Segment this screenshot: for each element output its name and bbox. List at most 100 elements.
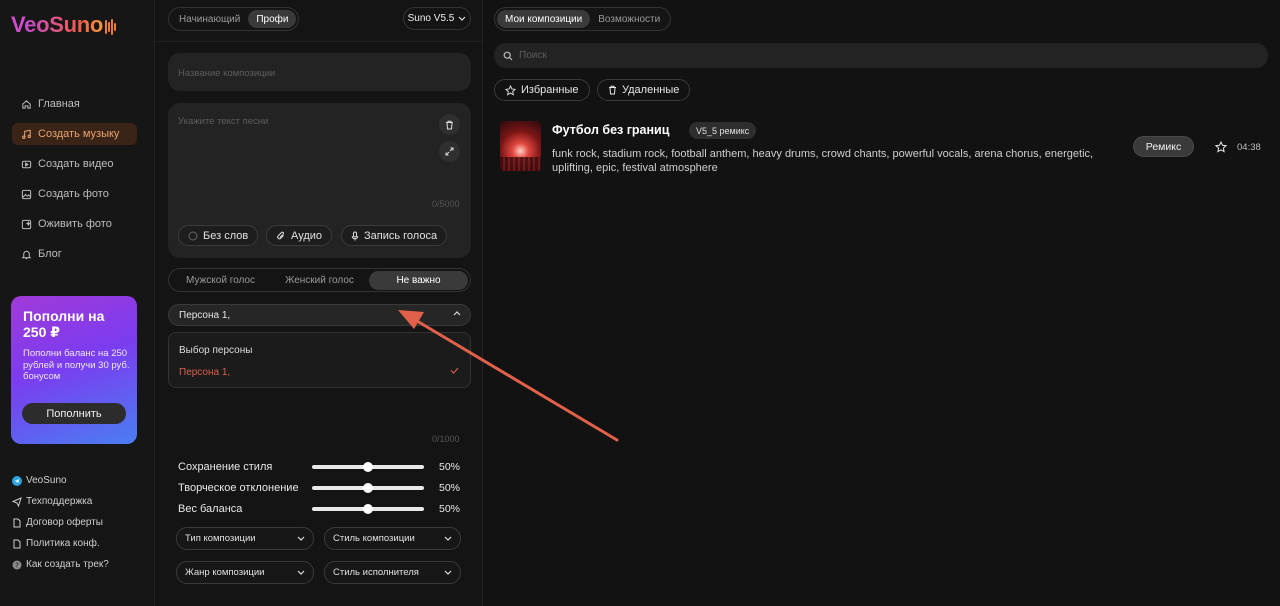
tab-any-voice[interactable]: Не важно	[369, 270, 468, 290]
persona-select[interactable]: Персона 1,	[168, 304, 471, 326]
persona-option[interactable]: Персона 1,	[179, 367, 230, 378]
home-icon	[22, 99, 31, 109]
check-icon	[450, 367, 459, 374]
footer-link-telegram[interactable]: VeoSuno	[12, 470, 152, 491]
search-placeholder: Поиск	[519, 50, 547, 61]
audio-button[interactable]: Аудио	[266, 225, 333, 246]
track-row[interactable]: Футбол без границ V5_5 ремикс funk rock,…	[494, 115, 1268, 179]
music-note-icon	[22, 129, 31, 139]
footer-link-offer[interactable]: Договор оферты	[12, 512, 152, 533]
promo-banner: Пополни на 250 ₽ Пополни баланс на 250 ру…	[11, 296, 137, 444]
lyrics-placeholder: Укажите текст песни	[178, 116, 269, 127]
tab-female-voice[interactable]: Женский голос	[270, 271, 369, 290]
genre-select[interactable]: Жанр композиции	[176, 561, 314, 584]
sidebar-item-create-photo[interactable]: Создать фото	[12, 183, 137, 205]
mode-tabs: Начинающий Профи	[168, 7, 300, 31]
tab-pro[interactable]: Профи	[248, 10, 297, 28]
clear-lyrics-button[interactable]	[439, 114, 460, 135]
tab-beginner[interactable]: Начинающий	[171, 10, 248, 28]
deleted-filter-button[interactable]: Удаленные	[597, 79, 691, 101]
sidebar: VeoSuno Главная Создать музыку Создать в…	[0, 0, 155, 606]
expand-icon	[445, 147, 454, 156]
sidebar-item-animate-photo[interactable]: Оживить фото	[12, 213, 137, 235]
slider-balance-weight: Вес баланса 50%	[178, 503, 461, 515]
library-tabs: Мои композиции Возможности	[494, 7, 672, 31]
chevron-down-icon	[297, 570, 305, 575]
sidebar-item-create-video[interactable]: Создать видео	[12, 153, 137, 175]
promo-text: Пополни баланс на 250 рублей и получи 30…	[23, 348, 130, 382]
document-icon	[12, 518, 22, 528]
slider-track[interactable]	[312, 462, 424, 472]
model-select[interactable]: Suno V5.5	[403, 7, 471, 30]
document-icon	[12, 539, 22, 549]
title-placeholder: Название композиции	[178, 68, 276, 79]
chevron-down-icon	[444, 570, 452, 575]
favorite-star-icon[interactable]	[1215, 141, 1227, 153]
sidebar-item-label: Создать музыку	[38, 128, 120, 140]
search-icon	[503, 51, 513, 60]
animate-photo-icon	[21, 219, 32, 229]
lyrics-field[interactable]: Укажите текст песни 0/5000 Без слов Ауди…	[168, 103, 471, 258]
footer-link-support[interactable]: Техподдержка	[12, 491, 152, 512]
slider-style-preservation: Сохранение стиля 50%	[178, 461, 461, 473]
track-title: Футбол без границ	[552, 123, 670, 137]
instrumental-button[interactable]: Без слов	[178, 225, 259, 246]
track-description: funk rock, stadium rock, football anthem…	[552, 148, 1094, 174]
chevron-down-icon	[458, 16, 466, 21]
footer-links: VeoSuno Техподдержка Договор оферты Поли…	[12, 470, 152, 575]
star-icon	[505, 84, 516, 96]
persona-dropdown: Выбор персоны Персона 1,	[168, 332, 471, 388]
slider-knob[interactable]	[363, 462, 373, 472]
slider-knob[interactable]	[363, 483, 373, 493]
footer-link-howto[interactable]: ? Как создать трек?	[12, 554, 152, 575]
version-badge: V5_5 ремикс	[689, 122, 757, 139]
favorites-filter-button[interactable]: Избранные	[494, 79, 590, 101]
style-counter: 0/1000	[432, 434, 460, 444]
expand-lyrics-button[interactable]	[439, 141, 460, 162]
telegram-icon	[12, 475, 22, 486]
record-voice-button[interactable]: Запись голоса	[341, 225, 448, 246]
logo[interactable]: VeoSuno	[11, 12, 117, 39]
chevron-up-icon	[453, 311, 461, 316]
sidebar-nav: Главная Создать музыку Создать видео Соз…	[12, 93, 137, 273]
composition-style-select[interactable]: Стиль композиции	[324, 527, 461, 550]
footer-link-privacy[interactable]: Политика конф.	[12, 533, 152, 554]
sidebar-item-label: Оживить фото	[38, 218, 112, 230]
slider-knob[interactable]	[363, 504, 373, 514]
divider	[156, 41, 483, 42]
sidebar-item-label: Создать фото	[38, 188, 109, 200]
tab-male-voice[interactable]: Мужской голос	[171, 271, 270, 290]
microphone-icon	[351, 231, 359, 240]
chevron-down-icon	[444, 536, 452, 541]
title-field[interactable]: Название композиции	[168, 53, 471, 91]
dropdown-header: Выбор персоны	[179, 345, 253, 356]
slider-track[interactable]	[312, 504, 424, 514]
trash-icon	[609, 85, 616, 95]
sidebar-item-label: Создать видео	[38, 158, 114, 170]
search-input[interactable]: Поиск	[494, 43, 1268, 68]
paperclip-icon	[277, 231, 285, 239]
video-icon	[21, 160, 32, 168]
instrumental-icon	[188, 231, 198, 240]
composition-type-select[interactable]: Тип композиции	[176, 527, 314, 550]
sidebar-item-label: Главная	[38, 98, 80, 110]
sidebar-item-create-music[interactable]: Создать музыку	[12, 123, 137, 145]
slider-track[interactable]	[312, 483, 424, 493]
chevron-down-icon	[297, 536, 305, 541]
image-icon	[21, 189, 32, 199]
remix-button[interactable]: Ремикс	[1133, 136, 1194, 157]
tab-features[interactable]: Возможности	[590, 10, 668, 28]
performer-style-select[interactable]: Стиль исполнителя	[324, 561, 461, 584]
voice-tabs: Мужской голос Женский голос Не важно	[168, 268, 471, 292]
sidebar-item-home[interactable]: Главная	[12, 93, 137, 115]
sidebar-item-blog[interactable]: Блог	[12, 243, 137, 265]
tab-my-compositions[interactable]: Мои композиции	[497, 10, 591, 28]
help-icon: ?	[12, 560, 22, 570]
send-icon	[12, 496, 22, 507]
track-cover[interactable]	[500, 121, 541, 171]
create-panel: Начинающий Профи Suno V5.5 Название комп…	[156, 0, 483, 606]
track-duration: 04:38	[1237, 142, 1261, 153]
sidebar-item-label: Блог	[38, 248, 62, 260]
top-up-button[interactable]: Пополнить	[22, 403, 126, 424]
trash-icon	[446, 120, 453, 129]
